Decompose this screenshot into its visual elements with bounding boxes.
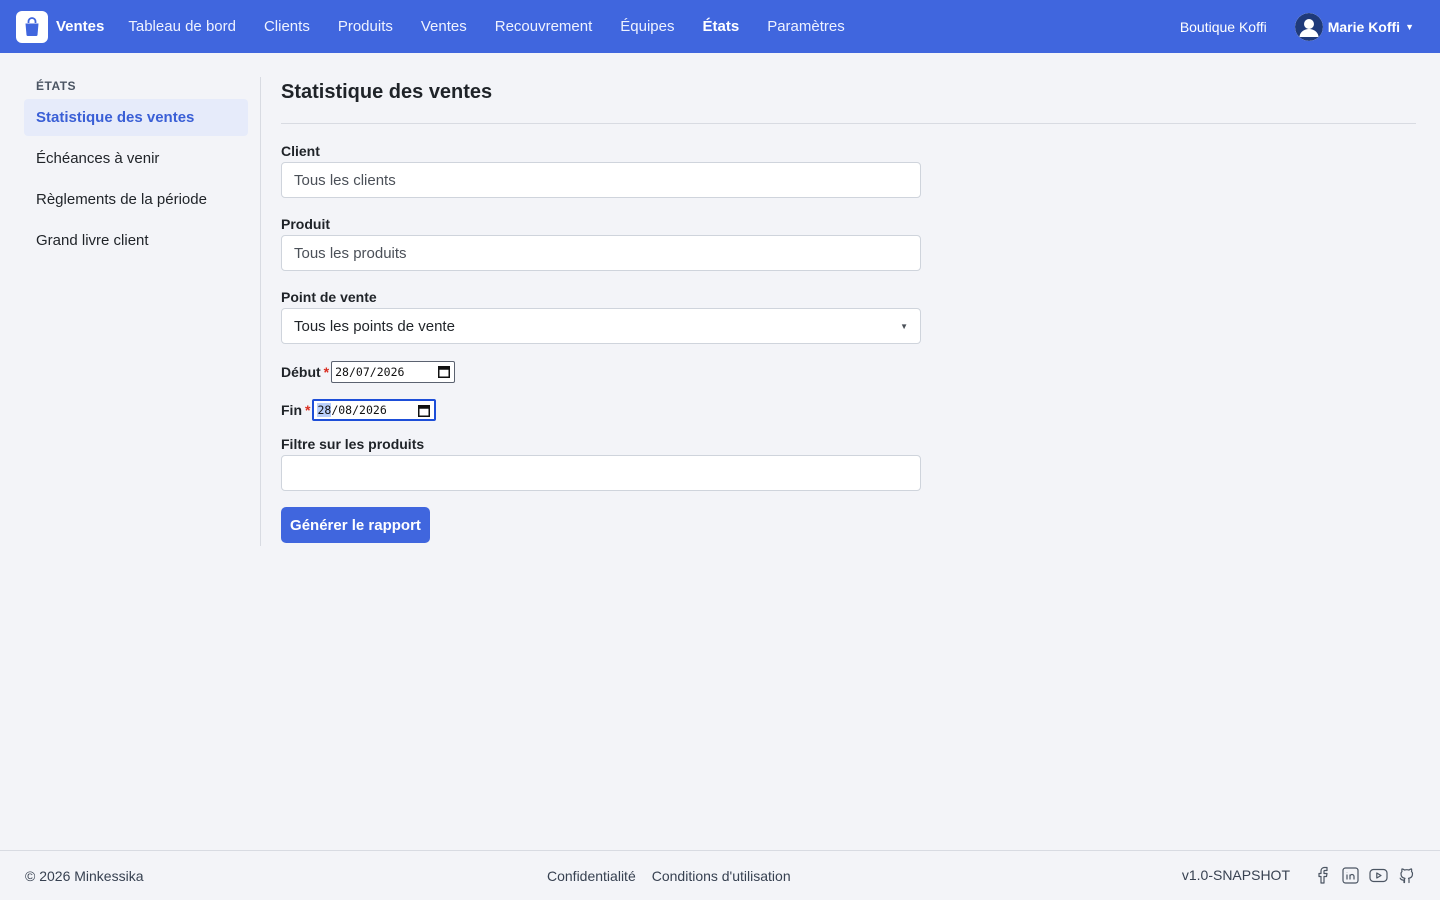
privacy-link[interactable]: Confidentialité — [547, 868, 636, 884]
product-filter-label: Filtre sur les produits — [281, 436, 425, 452]
nav-item-reports[interactable]: États — [703, 18, 740, 35]
start-month: 07 — [355, 364, 370, 379]
client-label: Client — [281, 143, 320, 159]
nav-item-teams[interactable]: Équipes — [620, 18, 674, 35]
chevron-down-icon: ▼ — [900, 321, 908, 331]
page-title: Statistique des ventes — [281, 81, 493, 103]
terms-link[interactable]: Conditions d'utilisation — [652, 868, 791, 884]
copyright: © 2026 Minkessika — [25, 868, 144, 884]
facebook-icon[interactable] — [1312, 865, 1332, 885]
sidebar-title: ÉTATS — [36, 79, 77, 93]
youtube-icon[interactable] — [1368, 865, 1388, 885]
pos-label: Point de vente — [281, 289, 377, 305]
linkedin-icon[interactable] — [1340, 865, 1360, 885]
nav-item-products[interactable]: Produits — [338, 18, 393, 35]
product-label: Produit — [281, 216, 330, 232]
main-content: Statistique des ventes Client Tous les c… — [281, 77, 1416, 543]
end-date-input[interactable]: 28/08/2026 — [312, 398, 437, 421]
chevron-down-icon: ▼ — [1405, 21, 1414, 32]
sidebar-item-period-payments[interactable]: Règlements de la période — [24, 181, 248, 218]
sidebar: ÉTATS Statistique des ventes Échéances à… — [24, 77, 248, 259]
brand[interactable]: Ventes — [16, 10, 105, 43]
shopping-bag-icon — [16, 10, 48, 43]
end-month: 08 — [338, 402, 353, 417]
end-day: 28 — [317, 402, 332, 417]
start-date-label: Début — [281, 363, 321, 380]
sidebar-divider — [260, 77, 261, 546]
pos-value: Tous les points de vente — [294, 317, 455, 335]
nav-item-clients[interactable]: Clients — [264, 18, 310, 35]
start-year: 2026 — [376, 364, 405, 379]
sidebar-item-client-ledger[interactable]: Grand livre client — [24, 222, 248, 259]
generate-report-button[interactable]: Générer le rapport — [281, 507, 430, 543]
calendar-icon[interactable] — [438, 365, 451, 381]
top-navbar: Ventes Tableau de bord Clients Produits … — [0, 0, 1440, 53]
pos-select[interactable]: Tous les points de vente ▼ — [281, 308, 921, 344]
github-icon[interactable] — [1396, 865, 1416, 885]
brand-name: Ventes — [56, 18, 105, 35]
start-day: 28 — [335, 364, 349, 379]
client-input[interactable]: Tous les clients — [281, 162, 921, 198]
start-date-input[interactable]: 28/07/2026 — [331, 360, 456, 383]
product-placeholder: Tous les produits — [294, 244, 407, 262]
required-marker: * — [305, 401, 311, 418]
footer-right: v1.0-SNAPSHOT — [1182, 863, 1416, 887]
end-year: 2026 — [359, 402, 387, 417]
nav-item-recovery[interactable]: Recouvrement — [495, 18, 593, 35]
required-marker: * — [323, 363, 330, 380]
header-right: Boutique Koffi Marie Koffi ▼ — [1180, 0, 1414, 53]
main-nav: Tableau de bord Clients Produits Ventes … — [128, 18, 872, 35]
nav-item-dashboard[interactable]: Tableau de bord — [128, 18, 236, 35]
version-label: v1.0-SNAPSHOT — [1181, 867, 1290, 883]
nav-item-sales[interactable]: Ventes — [421, 18, 467, 35]
nav-item-settings[interactable]: Paramètres — [767, 18, 845, 35]
sidebar-item-sales-stats[interactable]: Statistique des ventes — [24, 99, 248, 136]
footer: © 2026 Minkessika Confidentialité Condit… — [0, 850, 1440, 900]
shop-selector[interactable]: Boutique Koffi — [1180, 19, 1267, 35]
product-input[interactable]: Tous les produits — [281, 235, 921, 271]
product-filter-input[interactable] — [281, 455, 921, 491]
end-date-label: Fin — [281, 401, 302, 418]
report-form: Client Tous les clients Produit Tous les… — [281, 143, 1416, 543]
client-placeholder: Tous les clients — [294, 171, 396, 189]
sidebar-item-upcoming-due[interactable]: Échéances à venir — [24, 140, 248, 177]
user-name: Marie Koffi — [1327, 18, 1401, 35]
title-divider — [281, 123, 1416, 124]
user-menu[interactable]: Marie Koffi ▼ — [1294, 12, 1414, 41]
footer-links: Confidentialité Conditions d'utilisation — [547, 868, 807, 884]
calendar-icon[interactable] — [418, 404, 431, 420]
avatar-icon — [1294, 12, 1323, 41]
